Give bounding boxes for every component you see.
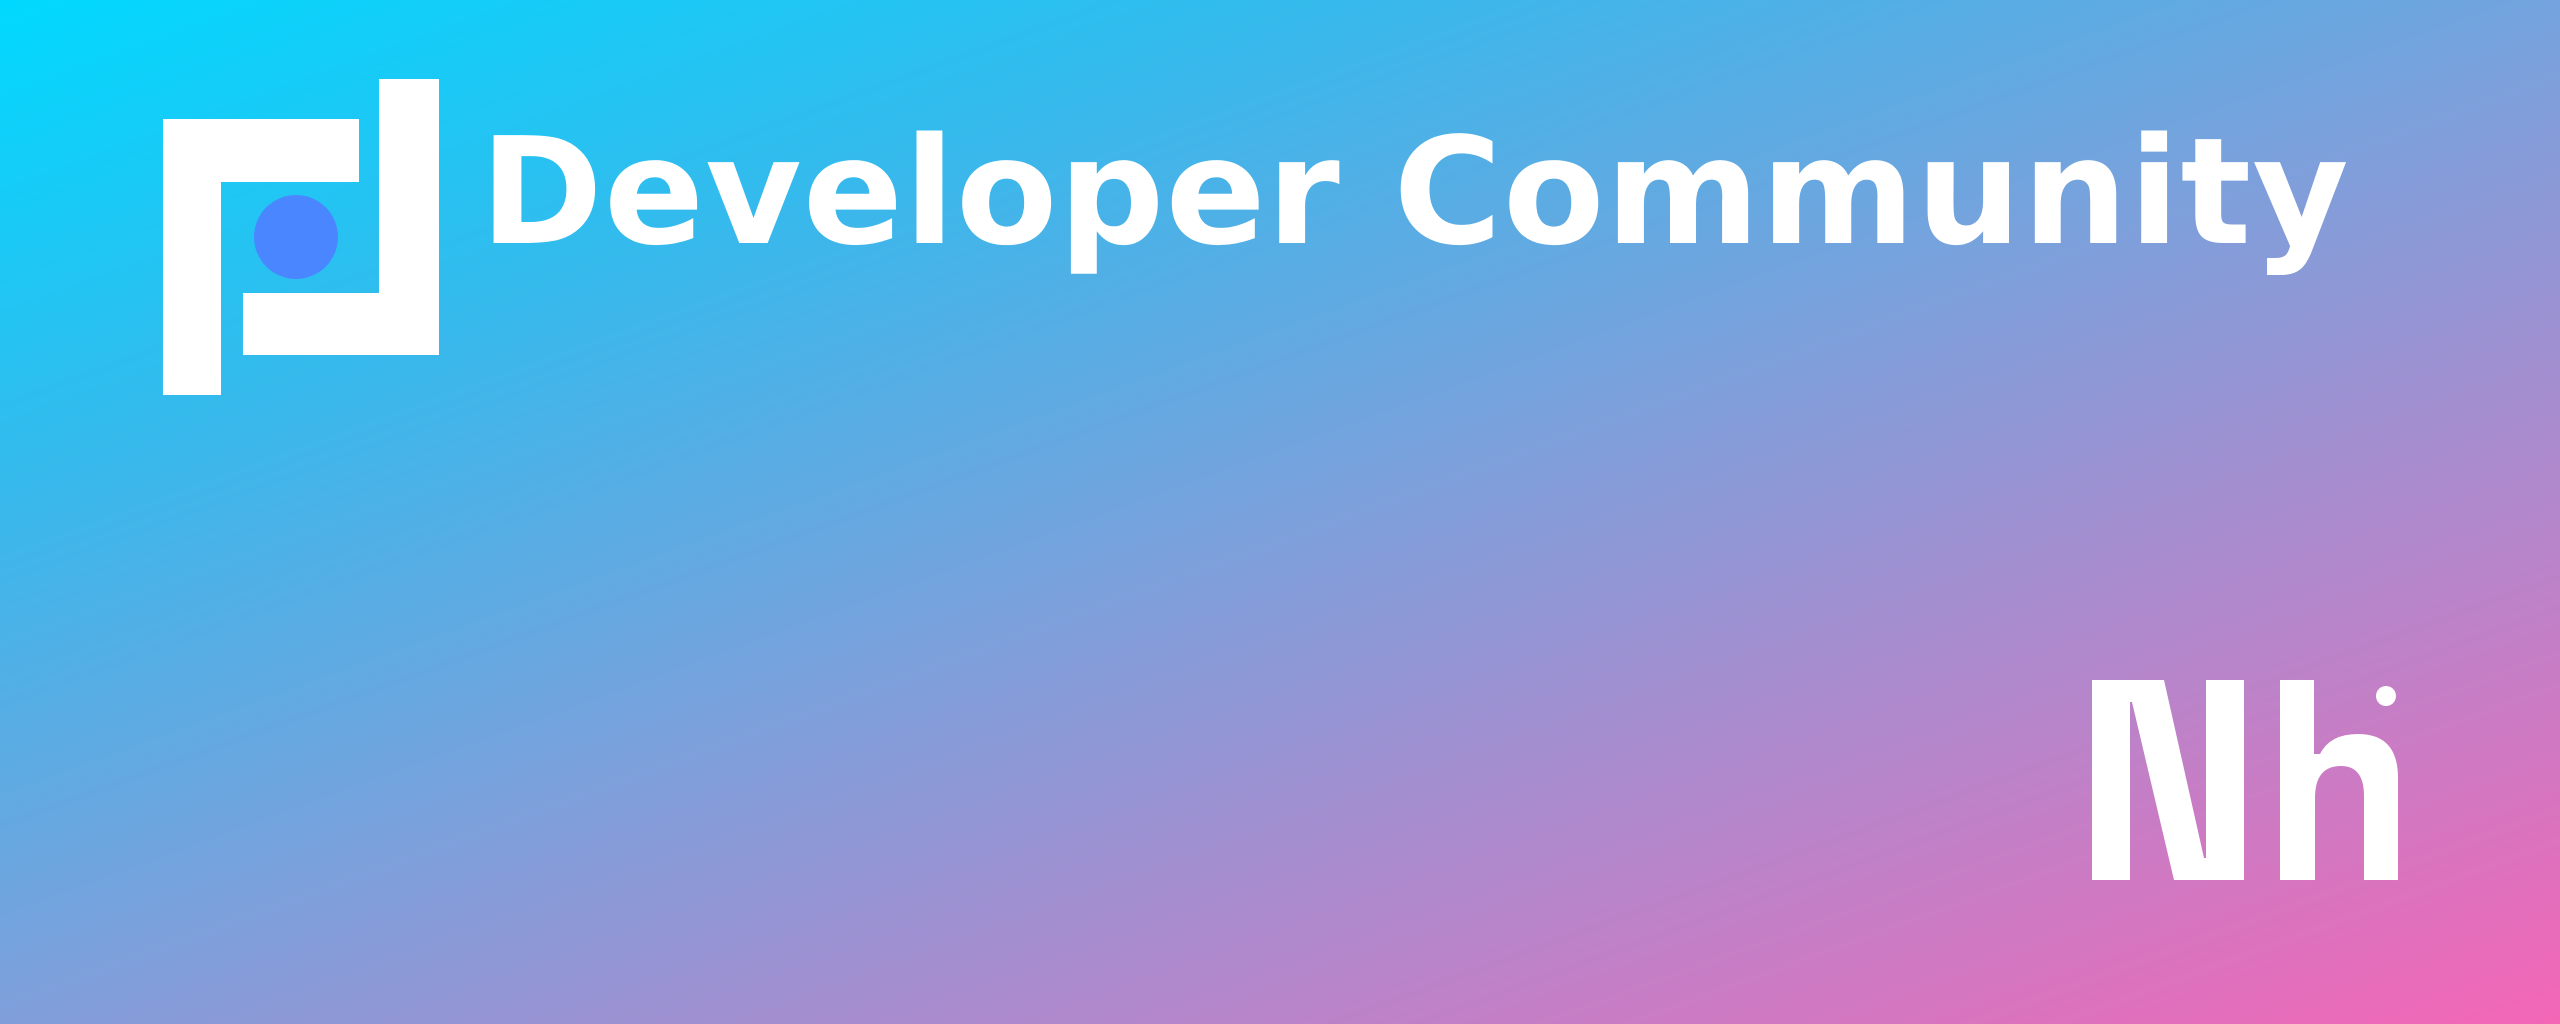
nh-monogram-icon (2092, 680, 2398, 880)
community-logo-icon (163, 79, 439, 395)
banner-background: Developer Community (0, 0, 2560, 1024)
page-title: Developer Community (480, 106, 2350, 278)
